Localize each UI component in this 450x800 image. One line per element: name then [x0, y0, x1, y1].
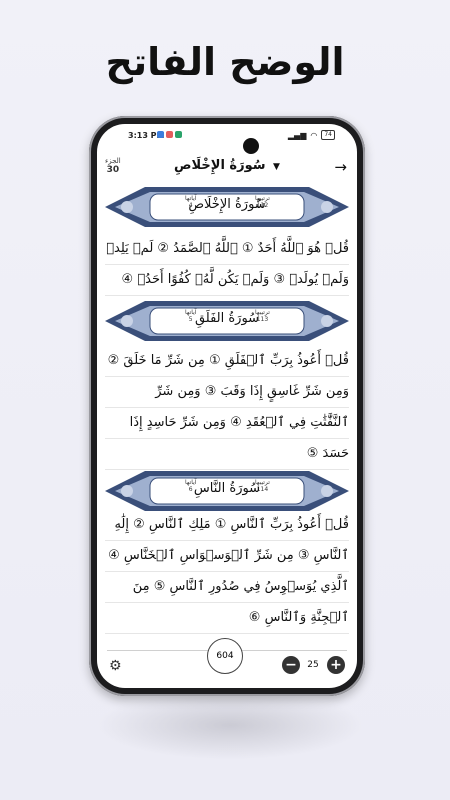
surah-banner: ترتيبها 113 سُورَةُ الفَلَقِ آياتها 5 — [105, 296, 349, 346]
surah-name: سُورَةُ الإِخْلَاصِ — [188, 197, 266, 212]
surah-verses-count: آياتها 6 — [185, 479, 197, 493]
verse-line: قُلۡ أَعُوذُ بِرَبِّ ٱلنَّاسِ ① مَلِكِ ٱ… — [105, 510, 349, 541]
verse-line: قُلۡ أَعُوذُ بِرَبِّ ٱلۡفَلَقِ ① مِن شَر… — [105, 346, 349, 377]
verse-line: وَمِن شَرِّ غَاسِقٍ إِذَا وَقَبَ ③ وَمِن… — [105, 377, 349, 408]
surah-verses-count: آياتها 5 — [185, 309, 197, 323]
surah-selector[interactable]: ▼ سُورَةُ الإِخْلَاصِ — [157, 158, 297, 173]
verse-line: قُلۡ هُوَ ٱللَّهُ أَحَدٌ ① ٱللَّهُ ٱلصَّ… — [105, 234, 349, 265]
arrow-right-icon[interactable]: → — [334, 158, 347, 176]
verse-line: ٱلنَّاسِ ③ مِن شَرِّ ٱلۡوَسۡوَاسِ ٱلۡخَن… — [105, 541, 349, 572]
gear-icon[interactable]: ⚙ — [109, 658, 122, 674]
surah-name: سُورَةُ الفَلَقِ — [194, 311, 260, 326]
juz-number: 30 — [106, 165, 120, 175]
verse-text: قُلۡ أَعُوذُ بِرَبِّ ٱلۡفَلَقِ ① مِن شَر… — [105, 346, 349, 470]
page-number[interactable]: 604 — [207, 638, 243, 674]
verse-text: قُلۡ أَعُوذُ بِرَبِّ ٱلنَّاسِ ① مَلِكِ ٱ… — [105, 510, 349, 634]
surah-title: سُورَةُ الإِخْلَاصِ — [174, 158, 266, 173]
reader-header: الجزء 30 ▼ سُورَةُ الإِخْلَاصِ → — [97, 154, 357, 182]
juz-indicator: الجزء 30 — [105, 157, 121, 175]
promo-headline: الوضح الفاتح — [105, 40, 345, 84]
font-size-value: 25 — [307, 660, 319, 670]
verse-line: ٱلۡجِنَّةِ وَٱلنَّاسِ ⑥ — [105, 603, 349, 634]
verse-line: ٱلَّذِي يُوَسۡوِسُ فِي صُدُورِ ٱلنَّاسِ … — [105, 572, 349, 603]
app-notification-icon — [175, 131, 182, 138]
increase-font-button[interactable]: + — [327, 656, 345, 674]
surah-banner: ترتيبها 114 سُورَةُ النَّاسِ آياتها 6 — [105, 466, 349, 516]
app-screen: 3:13 PM ▂▄▆ ◠ 74 الجزء 30 ▼ سُورَةُ الإِ… — [97, 124, 357, 688]
surah-banner: ترتيبها 112 سُورَةُ الإِخْلَاصِ آياتها 4 — [105, 182, 349, 232]
verse-line: ٱلنَّفَّٰثَٰتِ فِي ٱلۡعُقَدِ ④ وَمِن شَر… — [105, 408, 349, 439]
verse-text: قُلۡ هُوَ ٱللَّهُ أَحَدٌ ① ٱللَّهُ ٱلصَّ… — [105, 234, 349, 296]
signal-icon: ▂▄▆ — [287, 130, 307, 140]
status-bar: 3:13 PM ▂▄▆ ◠ 74 — [97, 130, 357, 144]
bottom-bar: 604 ⚙ − 25 + — [97, 638, 357, 682]
app-notification-icon — [157, 131, 164, 138]
app-notification-icon — [166, 131, 173, 138]
front-camera — [243, 138, 259, 154]
status-right: ▂▄▆ ◠ 74 — [288, 130, 335, 140]
caret-down-icon: ▼ — [273, 162, 280, 172]
notification-icons — [157, 131, 182, 138]
surah-verses-count: آياتها 4 — [185, 195, 197, 209]
battery-icon: 74 — [321, 130, 335, 140]
verse-line: وَلَمۡ يُولَدۡ ③ وَلَمۡ يَكُن لَّهُۥ كُف… — [105, 265, 349, 296]
wifi-icon: ◠ — [310, 130, 318, 140]
decrease-font-button[interactable]: − — [282, 656, 300, 674]
surah-name: سُورَةُ النَّاسِ — [193, 481, 261, 496]
phone-shadow — [95, 690, 365, 760]
